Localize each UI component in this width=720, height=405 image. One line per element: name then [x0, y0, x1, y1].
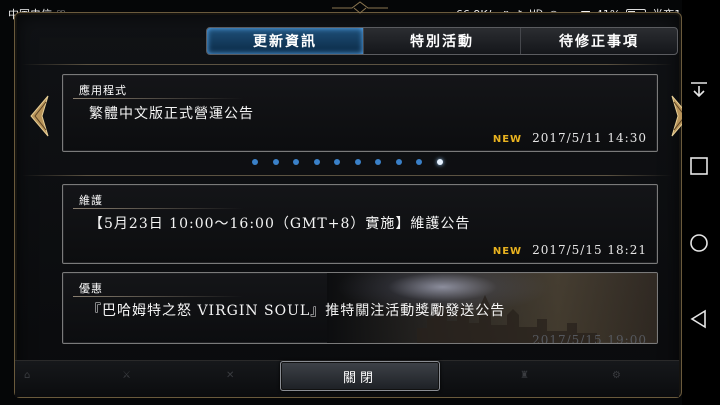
page-dot-5[interactable]	[334, 159, 340, 165]
page-dot-6[interactable]	[354, 159, 361, 165]
menu-down-icon[interactable]	[688, 80, 710, 100]
page-dot-4[interactable]	[313, 159, 320, 165]
category-underline	[73, 98, 243, 99]
tab-label: 更新資訊	[253, 34, 317, 50]
android-nav-bar	[682, 0, 720, 405]
news-card-featured[interactable]: 應用程式 繁體中文版正式營運公告 NEW 2017/5/11 14:30	[62, 74, 658, 152]
tab-known-issues[interactable]: 待修正事項	[520, 28, 677, 54]
news-date: 2017/5/11 14:30	[532, 131, 647, 145]
page-dot-1[interactable]	[252, 159, 258, 165]
new-badge: NEW	[492, 246, 523, 257]
news-meta: 2017/5/15 19:00	[532, 333, 647, 344]
divider	[22, 175, 672, 176]
news-category: 應用程式	[79, 84, 127, 97]
page-dot-10[interactable]	[436, 159, 443, 165]
news-meta: NEW 2017/5/15 18:21	[493, 243, 647, 257]
news-date: 2017/5/15 19:00	[532, 333, 647, 344]
page-dot-2[interactable]	[272, 159, 279, 165]
category-underline	[73, 208, 243, 209]
page-dot-3[interactable]	[293, 159, 299, 165]
character-icon: ♜	[520, 370, 529, 381]
recent-apps-icon[interactable]	[688, 156, 710, 176]
news-meta: NEW 2017/5/11 14:30	[493, 131, 647, 145]
carousel-pagination	[252, 159, 443, 165]
page-dot-9[interactable]	[416, 159, 422, 165]
sword-icon: ⚔	[122, 370, 131, 381]
news-card-maintenance[interactable]: 維護 【5月23日 10:00～16:00（GMT+8）實施】維護公告 NEW …	[62, 184, 658, 264]
new-badge: NEW	[492, 134, 523, 145]
cross-swords-icon: ✕	[226, 370, 235, 381]
home-icon: ⌂	[24, 370, 31, 381]
close-button-label: 關閉	[342, 370, 377, 386]
news-category: 優惠	[79, 282, 103, 295]
tab-bar: 更新資訊 特別活動 待修正事項	[206, 27, 678, 55]
news-title: 『巴哈姆特之怒 VIRGIN SOUL』推特關注活動獎勵發送公告	[87, 303, 506, 319]
news-title: 【5月23日 10:00～16:00（GMT+8）實施】維護公告	[89, 216, 471, 232]
chevron-left-icon[interactable]	[28, 94, 50, 138]
close-button[interactable]: 關閉	[280, 361, 440, 391]
news-category: 維護	[79, 194, 103, 207]
page-dot-7[interactable]	[375, 159, 381, 165]
tab-update-info[interactable]: 更新資訊	[207, 28, 363, 54]
category-underline	[73, 296, 243, 297]
frame-ornament-icon	[332, 1, 388, 14]
news-title: 繁體中文版正式營運公告	[89, 106, 254, 122]
menu-grid-icon: ⚙	[612, 370, 621, 381]
back-icon[interactable]	[688, 308, 710, 330]
news-date: 2017/5/15 18:21	[532, 243, 647, 257]
news-card-promo[interactable]: 優惠 『巴哈姆特之怒 VIRGIN SOUL』推特關注活動獎勵發送公告 2017…	[62, 272, 658, 344]
tab-label: 特別活動	[410, 34, 474, 50]
page-dot-8[interactable]	[395, 159, 402, 165]
tab-label: 待修正事項	[559, 34, 639, 50]
home-circle-icon[interactable]	[688, 232, 710, 254]
divider	[22, 64, 672, 65]
tab-special-events[interactable]: 特別活動	[363, 28, 520, 54]
